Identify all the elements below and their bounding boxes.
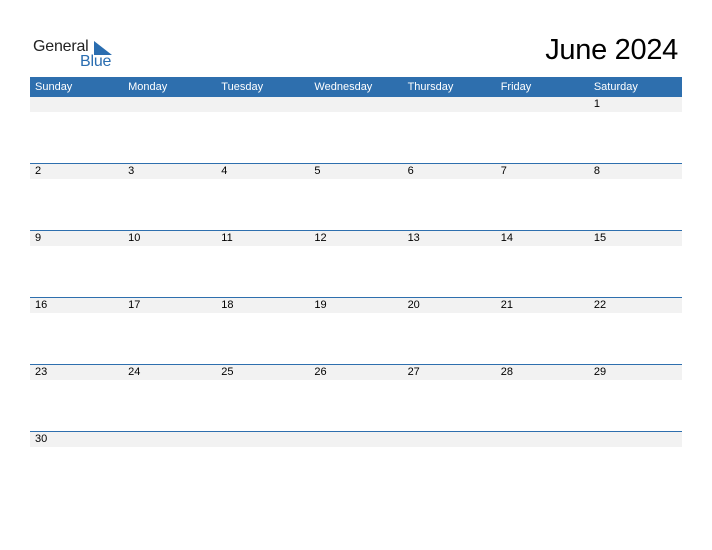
empty-day-cell xyxy=(309,432,403,447)
day-cell: 15 xyxy=(588,231,682,246)
empty-day-cell xyxy=(402,432,496,447)
weekday-friday: Friday xyxy=(500,81,532,93)
day-cell: 3 xyxy=(123,164,217,179)
day-cell: 8 xyxy=(588,164,682,179)
day-cell: 6 xyxy=(402,164,496,179)
calendar-grid: Sunday Monday Tuesday Wednesday Thursday… xyxy=(30,77,682,498)
weekday-saturday: Saturday xyxy=(593,81,638,93)
week-row: 16 17 18 19 20 21 22 xyxy=(30,297,682,364)
weekday-header: Sunday Monday Tuesday Wednesday Thursday… xyxy=(30,77,682,97)
logo-word-blue: Blue xyxy=(80,53,112,70)
weekday-tuesday: Tuesday xyxy=(221,81,264,93)
day-cell: 22 xyxy=(588,298,682,313)
empty-day-cell xyxy=(30,97,124,112)
day-cell: 14 xyxy=(495,231,589,246)
empty-day-cell xyxy=(123,432,217,447)
day-number-band: 1 xyxy=(30,97,682,112)
day-cell: 21 xyxy=(495,298,589,313)
week-row: 2345678 xyxy=(30,163,682,230)
empty-day-cell xyxy=(495,97,589,112)
day-cell: 2 xyxy=(30,164,124,179)
empty-day-cell xyxy=(216,432,310,447)
page-title: June 2024 xyxy=(545,34,678,66)
day-cell: 4 xyxy=(216,164,310,179)
weekday-thursday: Thursday xyxy=(407,81,454,93)
weekday-sunday: Sunday xyxy=(35,81,73,93)
day-cell: 19 xyxy=(309,298,403,313)
day-cell: 26 xyxy=(309,365,403,380)
empty-day-cell xyxy=(588,432,682,447)
empty-day-cell xyxy=(216,97,310,112)
day-cell: 28 xyxy=(495,365,589,380)
empty-day-cell xyxy=(402,97,496,112)
day-cell: 12 xyxy=(309,231,403,246)
day-cell: 18 xyxy=(216,298,310,313)
day-cell: 25 xyxy=(216,365,310,380)
day-number-band: 23 24 25 26 27 28 29 xyxy=(30,365,682,380)
day-number-band: 30 xyxy=(30,432,682,447)
empty-day-cell xyxy=(309,97,403,112)
day-cell: 29 xyxy=(588,365,682,380)
day-cell: 13 xyxy=(402,231,496,246)
brand-logo: General Blue xyxy=(33,38,123,72)
empty-day-cell xyxy=(495,432,589,447)
day-number-band: 16 17 18 19 20 21 22 xyxy=(30,298,682,313)
day-cell: 20 xyxy=(402,298,496,313)
weeks-container: 1 2 3 4 5 6 7 8 9 10 11 12 13 14 15 16 17 18 19 20 21 22 23 24 2… xyxy=(30,97,682,498)
day-cell: 9 xyxy=(30,231,124,246)
week-row: 9 10 11 12 13 14 15 xyxy=(30,230,682,297)
day-cell: 11 xyxy=(216,231,310,246)
week-row: 1 xyxy=(30,97,682,163)
week-row: 30 xyxy=(30,431,682,498)
empty-day-cell xyxy=(123,97,217,112)
weekday-monday: Monday xyxy=(128,81,168,93)
day-cell: 10 xyxy=(123,231,217,246)
day-cell: 27 xyxy=(402,365,496,380)
day-cell: 23 xyxy=(30,365,124,380)
day-number-band: 2345678 xyxy=(30,164,682,179)
day-cell: 24 xyxy=(123,365,217,380)
day-cell: 1 xyxy=(588,97,682,112)
weekday-wednesday: Wednesday xyxy=(314,81,373,93)
day-cell: 7 xyxy=(495,164,589,179)
day-cell: 5 xyxy=(309,164,403,179)
day-number-band: 9 10 11 12 13 14 15 xyxy=(30,231,682,246)
week-row: 23 24 25 26 27 28 29 xyxy=(30,364,682,431)
day-cell: 30 xyxy=(30,432,124,447)
day-cell: 16 xyxy=(30,298,124,313)
day-cell: 17 xyxy=(123,298,217,313)
